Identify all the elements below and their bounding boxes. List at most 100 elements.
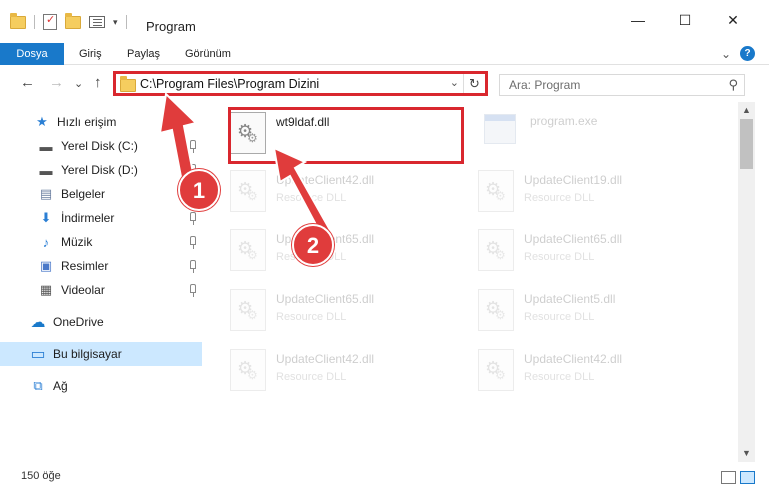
file-name: UpdateClient65.dll: [276, 292, 375, 306]
search-box[interactable]: Ara: Program ⚲: [499, 74, 745, 96]
sidebar-item-pictures[interactable]: ▣ Resimler: [0, 254, 202, 278]
quick-access-toolbar: ▾: [10, 12, 127, 30]
customize-toolbar-icon[interactable]: ▾: [113, 17, 118, 28]
sidebar-item-quick-access[interactable]: ★ Hızlı erişim: [0, 110, 202, 134]
search-input[interactable]: Ara: Program: [509, 78, 580, 92]
sidebar-item-label: Videolar: [61, 283, 105, 297]
file-name: UpdateClient42.dll: [524, 352, 623, 366]
view-options-icon[interactable]: [89, 16, 105, 28]
sidebar-item-music[interactable]: ♪ Müzik: [0, 230, 202, 254]
file-list: wt9ldaf.dll program.exe UpdateClient42.d…: [208, 104, 738, 462]
item-count: 150 öğe: [21, 470, 61, 482]
sidebar-item-network[interactable]: ⧉ Ağ: [0, 374, 202, 398]
title-bar: ▾ Program — ☐ ✕: [0, 0, 769, 40]
pin-icon[interactable]: [190, 236, 196, 249]
sidebar-item-label: Ağ: [53, 379, 68, 393]
folder-icon: [10, 12, 26, 29]
file-item-exe[interactable]: program.exe: [484, 114, 597, 144]
file-item[interactable]: UpdateClient65.dll Resource DLL: [230, 289, 374, 331]
step-2-badge: 2: [292, 224, 334, 266]
sidebar-item-label: Hızlı erişim: [57, 115, 117, 129]
sidebar-item-documents[interactable]: ▤ Belgeler: [0, 182, 202, 206]
close-button[interactable]: ✕: [718, 12, 748, 36]
search-icon[interactable]: ⚲: [728, 77, 738, 93]
sidebar-item-label: Yerel Disk (C:): [61, 139, 138, 153]
file-item[interactable]: UpdateClient5.dll Resource DLL: [478, 289, 615, 331]
sidebar-item-downloads[interactable]: ⬇ İndirmeler: [0, 206, 202, 230]
star-icon: ★: [36, 114, 48, 129]
sidebar-item-label: Yerel Disk (D:): [61, 163, 138, 177]
file-item[interactable]: UpdateClient19.dll Resource DLL: [478, 170, 622, 212]
sidebar-item-local-disk-d[interactable]: ▬ Yerel Disk (D:): [0, 158, 202, 182]
forward-button[interactable]: →: [49, 74, 64, 91]
tab-paylas[interactable]: Paylaş: [118, 43, 169, 65]
file-name: program.exe: [530, 114, 598, 128]
file-item[interactable]: UpdateClient42.dll Resource DLL: [478, 349, 622, 391]
exe-file-icon: [484, 114, 516, 144]
file-item[interactable]: UpdateClient42.dll Resource DLL: [230, 349, 374, 391]
details-view-icon[interactable]: [721, 471, 736, 484]
drive-icon: ▬: [39, 162, 53, 178]
pictures-icon: ▣: [39, 258, 53, 273]
address-bar[interactable]: C:\Program Files\Program Dizini ⌄ ↻: [113, 71, 488, 96]
window-title: Program: [146, 19, 196, 34]
drive-icon: ▬: [39, 138, 53, 154]
annotation-highlight-box: [228, 107, 464, 164]
pin-icon[interactable]: [190, 260, 196, 273]
file-type: Resource DLL: [524, 192, 595, 204]
sidebar-item-onedrive[interactable]: ☁ OneDrive: [0, 310, 202, 334]
file-type: Resource DLL: [276, 192, 347, 204]
documents-icon: ▤: [39, 186, 53, 201]
tab-dosya[interactable]: Dosya: [0, 43, 64, 65]
back-button[interactable]: ←: [20, 74, 35, 91]
dll-file-icon: [478, 170, 514, 212]
pin-icon[interactable]: [190, 212, 196, 225]
pin-icon[interactable]: [190, 284, 196, 297]
scroll-thumb[interactable]: [740, 119, 753, 169]
recent-locations-button[interactable]: ⌄: [74, 77, 83, 90]
vertical-scrollbar[interactable]: ▲ ▼: [738, 102, 755, 462]
maximize-button[interactable]: ☐: [670, 12, 700, 36]
status-bar: 150 öğe: [0, 464, 769, 492]
scroll-down-icon[interactable]: ▼: [738, 445, 755, 462]
dll-file-icon: [478, 229, 514, 271]
pin-icon[interactable]: [190, 140, 196, 153]
folder-icon: [120, 76, 136, 92]
file-type: Resource DLL: [524, 371, 595, 383]
sidebar-item-this-pc[interactable]: ▭ Bu bilgisayar: [0, 342, 202, 366]
sidebar-item-local-disk-c[interactable]: ▬ Yerel Disk (C:): [0, 134, 202, 158]
refresh-button[interactable]: ↻: [463, 74, 485, 93]
file-name: UpdateClient5.dll: [524, 292, 616, 306]
tiles-view-icon[interactable]: [740, 471, 755, 484]
sidebar-item-label: OneDrive: [53, 315, 104, 329]
properties-icon[interactable]: [43, 13, 57, 30]
file-type: Resource DLL: [276, 311, 347, 323]
file-item[interactable]: UpdateClient65.dll Resource DLL: [478, 229, 622, 271]
scroll-up-icon[interactable]: ▲: [738, 102, 755, 119]
expand-ribbon-icon[interactable]: ⌄: [721, 47, 731, 61]
tab-giris[interactable]: Giriş: [70, 43, 111, 65]
address-dropdown-icon[interactable]: ⌄: [450, 76, 459, 89]
file-type: Resource DLL: [524, 251, 595, 263]
dll-file-icon: [230, 349, 266, 391]
dll-file-icon: [230, 170, 266, 212]
sidebar-item-label: Belgeler: [61, 187, 106, 201]
sidebar-item-videos[interactable]: ▦ Videolar: [0, 278, 202, 302]
music-icon: ♪: [42, 234, 50, 250]
file-item[interactable]: UpdateClient42.dll Resource DLL: [230, 170, 374, 212]
up-button[interactable]: ↑: [94, 74, 102, 91]
sidebar-item-label: Müzik: [61, 235, 93, 249]
downloads-icon: ⬇: [40, 210, 52, 225]
help-icon[interactable]: ?: [740, 46, 755, 61]
sidebar-item-label: Resimler: [61, 259, 109, 273]
file-name: UpdateClient19.dll: [524, 173, 623, 187]
videos-icon: ▦: [39, 282, 53, 297]
navigation-pane: ★ Hızlı erişim ▬ Yerel Disk (C:) ▬ Yerel…: [0, 104, 208, 460]
navigation-bar: ← → ⌄ ↑ C:\Program Files\Program Dizini …: [0, 66, 769, 102]
tab-gorunum[interactable]: Görünüm: [176, 43, 240, 65]
address-path[interactable]: C:\Program Files\Program Dizini: [140, 77, 319, 91]
minimize-button[interactable]: —: [623, 12, 653, 36]
network-icon: ⧉: [33, 378, 43, 393]
cloud-icon: ☁: [30, 314, 46, 331]
new-folder-icon[interactable]: [65, 12, 81, 29]
